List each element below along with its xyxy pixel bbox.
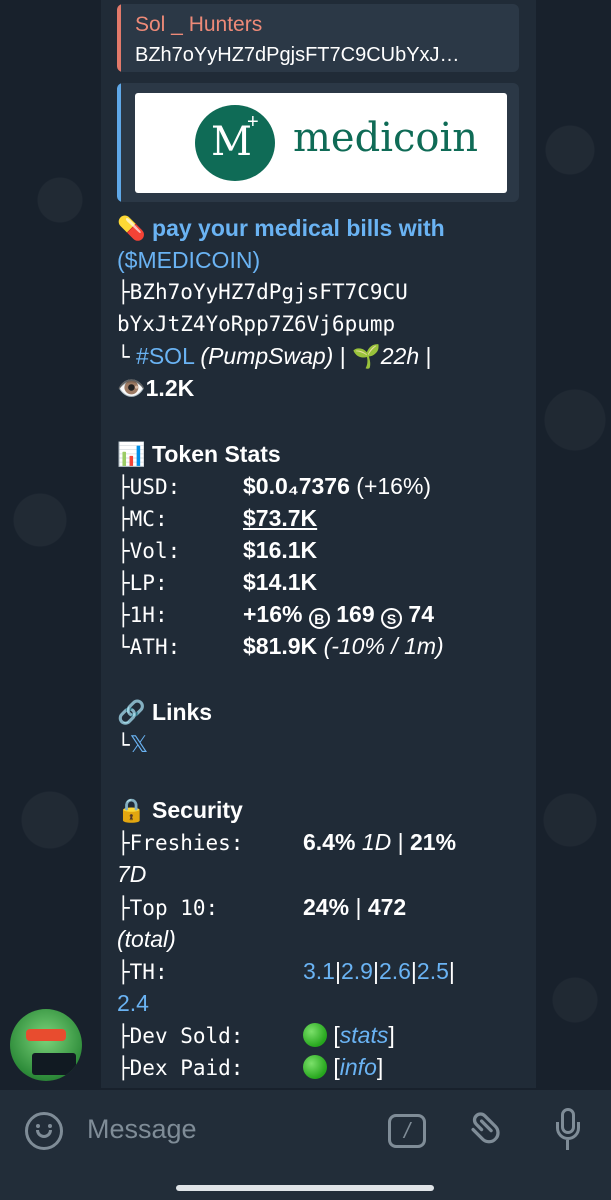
stat-row-1h: ├1H: +16% B 169 S 74 xyxy=(117,601,434,629)
token-stats-heading: 📊 Token Stats xyxy=(117,441,281,467)
freshies-unit: 7D xyxy=(117,861,147,887)
emoji-icon[interactable] xyxy=(25,1112,63,1150)
top-holders-row-2: 2.4 xyxy=(117,987,149,1019)
reply-quote[interactable]: Sol _ Hunters BZh7oYyHZ7dPgjsFT7C9CUbYxJ… xyxy=(117,4,519,72)
sol-hashtag[interactable]: #SOL xyxy=(136,343,194,369)
top-holder-4[interactable]: 2.5 xyxy=(417,958,449,984)
headline-link[interactable]: pay your medical bills with xyxy=(152,215,445,241)
microphone-icon[interactable] xyxy=(556,1108,580,1152)
views-line: 👁️1.2K xyxy=(117,372,194,404)
market-cap-link[interactable]: $73.7K xyxy=(243,502,317,534)
top-holder-1[interactable]: 3.1 xyxy=(303,958,335,984)
avatar-laptop xyxy=(32,1053,76,1075)
paperclip-icon[interactable] xyxy=(460,1100,517,1157)
ticker-line: ($MEDICOIN) xyxy=(117,244,260,276)
freshies-row: ├Freshies: 6.4% 1D | 21% xyxy=(117,829,457,855)
dev-stats-link[interactable]: stats xyxy=(340,1022,389,1048)
links-heading: 🔗 Links xyxy=(117,699,213,725)
x-link[interactable]: 𝕏 xyxy=(130,731,149,757)
green-circle-icon xyxy=(303,1055,327,1079)
preview-accent-bar xyxy=(117,83,121,202)
chain-line: └ #SOL (PumpSwap) | 🌱22h | xyxy=(117,343,432,369)
home-indicator[interactable] xyxy=(176,1185,434,1191)
dex-name: (PumpSwap) xyxy=(200,343,334,369)
bot-commands-icon[interactable]: / xyxy=(388,1114,426,1148)
stat-row-usd: ├USD: $0.0₄7376 (+16%) xyxy=(117,473,432,499)
top10-unit: (total) xyxy=(117,926,176,952)
sender-avatar[interactable] xyxy=(10,1009,82,1081)
medicoin-logo-mark: M + xyxy=(195,105,275,181)
link-preview[interactable]: M + medicoin xyxy=(117,83,519,202)
link-icon: 🔗 xyxy=(117,699,146,725)
security-heading: 🔒 Security xyxy=(117,797,243,823)
reply-accent-bar xyxy=(117,4,121,72)
medicoin-logo-text: medicoin xyxy=(293,115,479,161)
pill-icon: 💊 xyxy=(117,215,146,241)
stat-row-ath: └ATH: $81.9K (-10% / 1m) xyxy=(117,633,444,659)
stat-row-vol: ├Vol: $16.1K xyxy=(117,537,318,563)
stat-row-mc: ├MC: $73.7K xyxy=(117,502,317,535)
buys-count: 169 xyxy=(336,601,375,627)
eye-icon: 👁️ xyxy=(117,375,146,401)
top-holder-2[interactable]: 2.9 xyxy=(341,958,373,984)
top-holder-3[interactable]: 2.6 xyxy=(379,958,411,984)
bar-chart-icon: 📊 xyxy=(117,441,146,467)
links-row: └𝕏 xyxy=(117,731,149,757)
headline-line: 💊 pay your medical bills with xyxy=(117,212,445,244)
reply-sender: Sol _ Hunters xyxy=(135,13,263,36)
seedling-icon: 🌱 xyxy=(352,343,381,369)
reply-text: BZh7oYyHZ7dPgjsFT7C9CUbYxJ… xyxy=(135,44,460,66)
message-input[interactable]: Message xyxy=(87,1114,197,1145)
stat-row-lp: ├LP: $14.1K xyxy=(117,569,318,595)
contract-address-line-1[interactable]: ├BZh7oYyHZ7dPgjsFT7C9CU xyxy=(117,276,408,308)
dex-info-link[interactable]: info xyxy=(340,1054,377,1080)
buys-icon: B xyxy=(308,608,330,629)
lock-icon: 🔒 xyxy=(117,797,146,823)
ticker-link[interactable]: ($MEDICOIN) xyxy=(117,247,260,273)
sells-icon: S xyxy=(381,608,403,629)
contract-address-line-2[interactable]: bYxJtZ4YoRpp7Z6Vj6pump xyxy=(117,308,395,340)
top-holder-5[interactable]: 2.4 xyxy=(117,990,149,1016)
dev-sold-row: ├Dev Sold: [stats] xyxy=(117,1022,395,1048)
token-age: 22h xyxy=(380,343,420,369)
avatar-glasses xyxy=(26,1029,66,1041)
message-composer: Message / xyxy=(0,1090,611,1200)
sells-count: 74 xyxy=(408,601,434,627)
top-holders-row: ├TH: 3.1|2.9|2.6|2.5| xyxy=(117,958,455,984)
dex-paid-row: ├Dex Paid: [info] xyxy=(117,1054,384,1080)
green-circle-icon xyxy=(303,1023,327,1047)
top10-row: ├Top 10: 24% | 472 xyxy=(117,894,407,920)
views-count: 1.2K xyxy=(145,375,195,401)
medicoin-logo-image[interactable]: M + medicoin xyxy=(135,93,507,193)
